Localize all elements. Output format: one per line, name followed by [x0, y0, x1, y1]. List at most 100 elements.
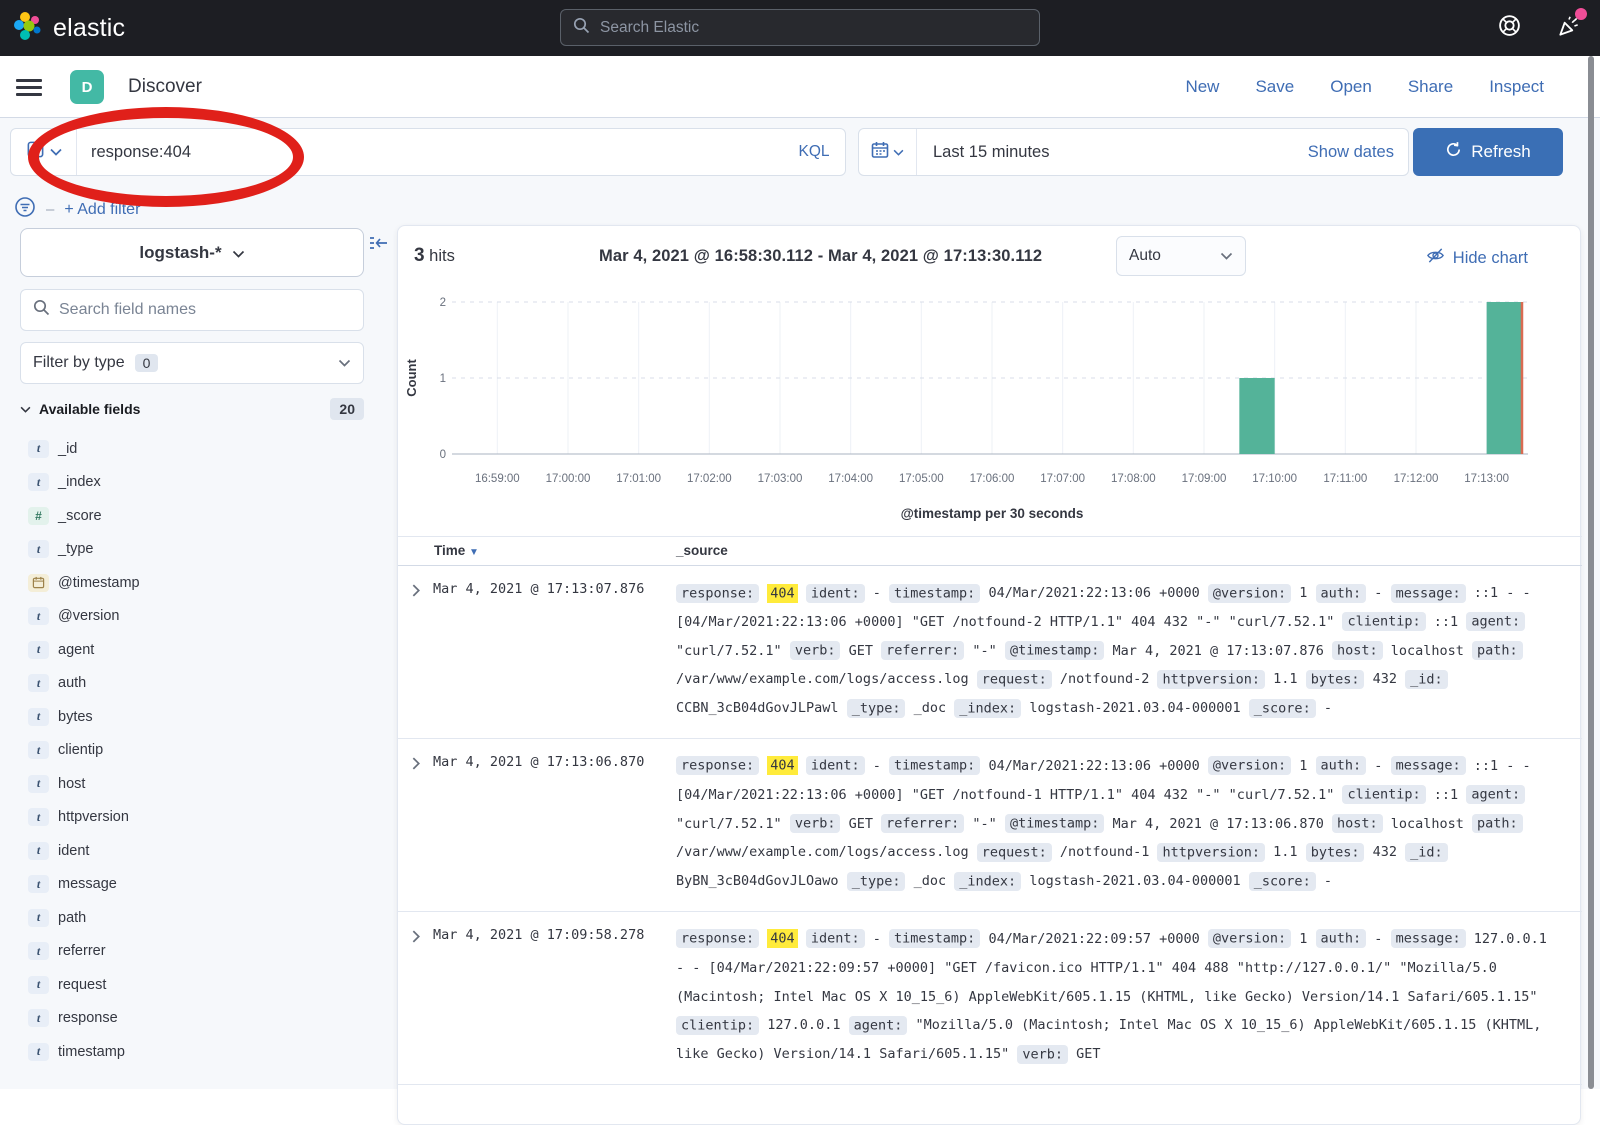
menu-inspect-button[interactable]: Inspect [1489, 77, 1544, 97]
menu-open-button[interactable]: Open [1330, 77, 1372, 97]
doc-source: response: 404 ident: - timestamp: 04/Mar… [676, 925, 1548, 1069]
add-filter-button[interactable]: + Add filter [64, 201, 140, 219]
svg-text:16:59:00: 16:59:00 [475, 473, 520, 485]
menu-save-button[interactable]: Save [1255, 77, 1294, 97]
query-input[interactable]: response:404 [77, 143, 783, 162]
calendar-menu-button[interactable] [859, 129, 917, 175]
elastic-logo[interactable] [12, 10, 44, 47]
field-type-string-icon: t [28, 540, 49, 558]
available-fields-count: 20 [330, 398, 364, 420]
field-item-_id[interactable]: t_id [20, 432, 364, 466]
expand-row-icon[interactable] [409, 757, 422, 775]
page-scrollbar[interactable] [1588, 56, 1594, 1089]
field-item-auth[interactable]: tauth [20, 667, 364, 701]
column-header-time[interactable]: Time ▼ [434, 543, 479, 558]
field-item-message[interactable]: tmessage [20, 868, 364, 902]
hits-count: 3 hits [414, 245, 455, 267]
interval-value: Auto [1129, 247, 1161, 265]
field-name-badge: _id: [1405, 843, 1448, 862]
field-name-badge: _index: [954, 699, 1021, 718]
top-navigation-bar: elastic Search Elastic [0, 0, 1600, 56]
discover-app-badge[interactable]: D [70, 70, 104, 104]
field-name-badge: agent: [1466, 612, 1525, 631]
field-item-@version[interactable]: t @version [20, 600, 364, 634]
field-name-badge: request: [977, 670, 1052, 689]
refresh-button[interactable]: Refresh [1413, 128, 1563, 176]
page-body: response:404 KQL Last 15 minutes Show da… [0, 118, 1600, 1089]
field-item-agent[interactable]: tagent [20, 633, 364, 667]
field-name-badge: message: [1391, 584, 1466, 603]
field-name-badge: clientip: [1342, 612, 1425, 631]
field-name-badge: verb: [790, 641, 841, 660]
svg-text:17:01:00: 17:01:00 [616, 473, 661, 485]
menu-icon[interactable] [16, 79, 42, 96]
highlighted-value: 404 [767, 929, 797, 948]
field-type-string-icon: t [28, 976, 49, 994]
svg-text:17:12:00: 17:12:00 [1394, 473, 1439, 485]
help-icon[interactable] [1497, 13, 1522, 43]
field-item-path[interactable]: tpath [20, 901, 364, 935]
calendar-icon [871, 141, 889, 164]
newsfeed-icon[interactable] [1556, 13, 1582, 44]
svg-text:17:09:00: 17:09:00 [1182, 473, 1227, 485]
field-item-host[interactable]: thost [20, 767, 364, 801]
field-name-badge: @version: [1208, 756, 1291, 775]
page-title: Discover [128, 76, 202, 98]
field-item-_type[interactable]: t_type [20, 533, 364, 567]
field-name-badge: httpversion: [1157, 670, 1265, 689]
field-type-string-icon: t [28, 909, 49, 927]
field-name: request [58, 977, 106, 993]
available-fields-header[interactable]: Available fields 20 [20, 398, 364, 420]
field-item-response[interactable]: tresponse [20, 1002, 364, 1036]
field-name-badge: @timestamp: [1005, 641, 1104, 660]
show-dates-button[interactable]: Show dates [1308, 143, 1394, 162]
saved-query-menu-button[interactable] [11, 129, 77, 175]
field-item-@timestamp[interactable]: @timestamp [20, 566, 364, 600]
field-search-input[interactable]: Search field names [20, 289, 364, 331]
field-type-string-icon: t [28, 1009, 49, 1027]
global-search-input[interactable]: Search Elastic [560, 9, 1040, 46]
field-name: _id [58, 441, 77, 457]
time-range-value[interactable]: Last 15 minutes [917, 143, 1308, 162]
field-name-badge: httpversion: [1157, 843, 1265, 862]
menu-new-button[interactable]: New [1185, 77, 1219, 97]
field-item-httpversion[interactable]: thttpversion [20, 801, 364, 835]
field-item-timestamp[interactable]: ttimestamp [20, 1035, 364, 1069]
field-type-string-icon: t [28, 607, 49, 625]
field-name-badge: _index: [954, 872, 1021, 891]
filter-icon[interactable] [14, 196, 36, 223]
notification-dot [1575, 8, 1587, 20]
highlighted-value: 404 [767, 756, 797, 775]
field-item-_index[interactable]: t_index [20, 466, 364, 500]
hide-chart-button[interactable]: Hide chart [1426, 246, 1528, 270]
field-name-badge: host: [1332, 814, 1383, 833]
field-item-referrer[interactable]: treferrer [20, 935, 364, 969]
histogram-chart[interactable]: 01216:59:0017:00:0017:01:0017:02:0017:03… [398, 290, 1582, 536]
brand-name[interactable]: elastic [53, 14, 125, 43]
field-item-clientip[interactable]: tclientip [20, 734, 364, 768]
filter-by-type-select[interactable]: Filter by type 0 [20, 342, 364, 384]
collapse-sidebar-icon[interactable] [368, 234, 388, 257]
filter-bar: – + Add filter [14, 196, 140, 223]
table-row: Mar 4, 2021 @ 17:13:06.870response: 404 … [398, 739, 1582, 912]
svg-text:17:11:00: 17:11:00 [1323, 473, 1367, 485]
field-item-bytes[interactable]: tbytes [20, 700, 364, 734]
field-item-_score[interactable]: #_score [20, 499, 364, 533]
field-item-request[interactable]: t request [20, 968, 364, 1002]
query-language-button[interactable]: KQL [783, 143, 845, 161]
eye-slash-icon [1426, 246, 1445, 270]
field-name-badge: response: [676, 929, 759, 948]
field-name-badge: agent: [1466, 785, 1525, 804]
interval-select[interactable]: Auto [1116, 236, 1246, 276]
menu-share-button[interactable]: Share [1408, 77, 1453, 97]
expand-row-icon[interactable] [409, 930, 422, 948]
field-name-badge: _type: [847, 872, 906, 891]
expand-row-icon[interactable] [409, 584, 422, 602]
appbar-menu: New Save Open Share Inspect [1185, 56, 1544, 118]
index-pattern-select[interactable]: logstash-* [20, 228, 364, 277]
field-name: @version [58, 608, 119, 624]
chevron-down-icon [1220, 247, 1233, 265]
column-header-source[interactable]: _source [676, 543, 728, 558]
field-item-ident[interactable]: tident [20, 834, 364, 868]
field-name-badge: path: [1472, 814, 1523, 833]
